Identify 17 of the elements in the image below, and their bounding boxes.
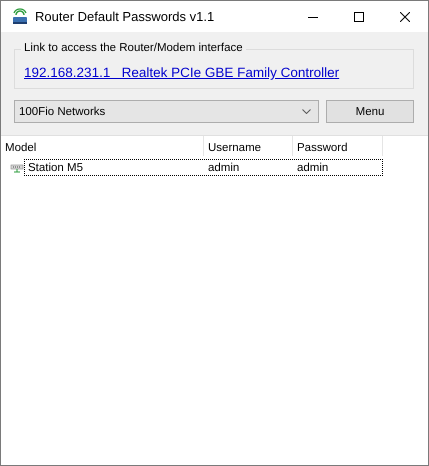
maximize-icon <box>354 12 364 22</box>
table-row[interactable]: Station M5 admin admin <box>1 159 383 176</box>
table-cell-text: Station M5 <box>27 162 84 174</box>
network-device-icon <box>10 162 24 172</box>
table-cell-text: admin <box>296 162 330 174</box>
column-header[interactable]: Username <box>204 136 293 156</box>
column-header[interactable]: Password <box>293 136 383 156</box>
close-icon <box>400 12 410 22</box>
window-title: Router Default Passwords v1.1 <box>35 9 216 24</box>
vendor-dropdown[interactable]: 100Fio Networks <box>14 100 319 123</box>
chevron-down-icon <box>302 109 311 114</box>
interface-link[interactable]: 192.168.231.1 Realtek PCIe GBE Family Controller <box>24 65 340 80</box>
table-cell-text: admin <box>207 162 240 174</box>
router-icon <box>11 8 29 26</box>
column-header[interactable]: Model <box>1 136 204 156</box>
group-label: Link to access the Router/Modem interface <box>21 42 246 54</box>
menu-button[interactable]: Menu <box>326 100 414 123</box>
